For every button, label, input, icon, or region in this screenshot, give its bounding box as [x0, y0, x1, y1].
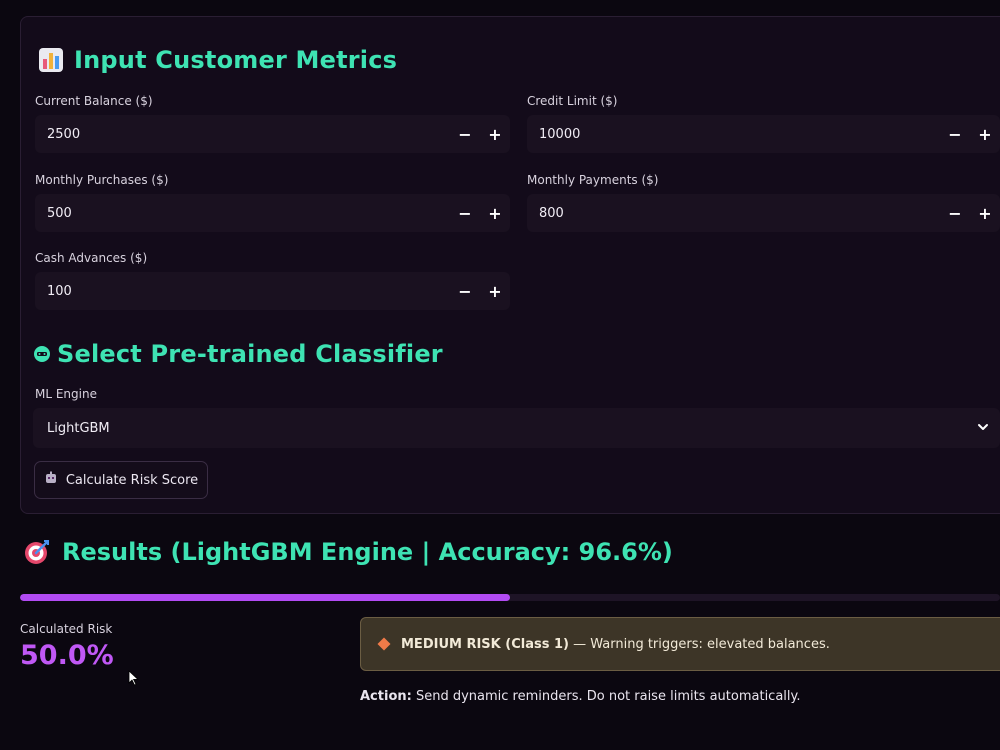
current-balance-value[interactable]: 2500 — [35, 127, 450, 142]
calculated-risk-value: 50.0% — [20, 640, 114, 671]
alert-message: MEDIUM RISK (Class 1) — Warning triggers… — [401, 637, 830, 652]
monthly-purchases-value[interactable]: 500 — [35, 206, 450, 221]
input-section-title: Input Customer Metrics — [38, 46, 397, 74]
credit-limit-value[interactable]: 10000 — [527, 127, 940, 142]
current-balance-label: Current Balance ($) — [35, 94, 153, 108]
current-balance-input[interactable]: 2500 − + — [35, 115, 510, 153]
input-section-title-text: Input Customer Metrics — [74, 46, 398, 74]
calculated-risk-label: Calculated Risk — [20, 622, 113, 636]
ml-engine-label: ML Engine — [35, 387, 97, 401]
credit-limit-increment-button[interactable]: + — [970, 115, 1000, 153]
classifier-section-title-text: Select Pre-trained Classifier — [57, 340, 443, 368]
credit-limit-decrement-button[interactable]: − — [940, 115, 970, 153]
cash-advances-label: Cash Advances ($) — [35, 251, 148, 265]
cash-advances-value[interactable]: 100 — [35, 284, 450, 299]
ml-engine-select[interactable]: LightGBM — [33, 408, 1000, 448]
credit-limit-label: Credit Limit ($) — [527, 94, 618, 108]
cash-advances-decrement-button[interactable]: − — [450, 272, 480, 310]
alert-detail: — Warning triggers: elevated balances. — [568, 636, 830, 652]
results-title: Results (LightGBM Engine | Accuracy: 96.… — [24, 538, 673, 566]
robot-icon — [44, 471, 58, 489]
cash-advances-input[interactable]: 100 − + — [35, 272, 510, 310]
classifier-section-title: Select Pre-trained Classifier — [33, 340, 443, 368]
current-balance-increment-button[interactable]: + — [480, 115, 510, 153]
calculate-risk-score-label: Calculate Risk Score — [65, 472, 199, 488]
bar-chart-icon — [38, 47, 64, 73]
orange-diamond-icon — [377, 637, 391, 651]
monthly-payments-label: Monthly Payments ($) — [527, 173, 659, 187]
ml-engine-selected-value: LightGBM — [47, 420, 110, 436]
mouse-cursor-icon — [128, 670, 140, 686]
monthly-purchases-label: Monthly Purchases ($) — [35, 173, 169, 187]
cash-advances-increment-button[interactable]: + — [480, 272, 510, 310]
current-balance-decrement-button[interactable]: − — [450, 115, 480, 153]
chevron-down-icon[interactable] — [976, 420, 990, 434]
monthly-purchases-input[interactable]: 500 − + — [35, 194, 510, 232]
risk-progress-fill — [20, 594, 510, 601]
app-page: Input Customer Metrics Current Balance (… — [0, 0, 1000, 750]
target-icon — [24, 539, 50, 565]
robot-face-icon — [33, 345, 51, 363]
action-text: Send dynamic reminders. Do not raise lim… — [411, 689, 801, 704]
credit-limit-input[interactable]: 10000 − + — [527, 115, 1000, 153]
monthly-payments-increment-button[interactable]: + — [970, 194, 1000, 232]
monthly-purchases-increment-button[interactable]: + — [480, 194, 510, 232]
monthly-payments-value[interactable]: 800 — [527, 206, 940, 221]
monthly-purchases-decrement-button[interactable]: − — [450, 194, 480, 232]
monthly-payments-input[interactable]: 800 − + — [527, 194, 1000, 232]
medium-risk-alert: MEDIUM RISK (Class 1) — Warning triggers… — [360, 617, 1000, 671]
risk-progress-bar — [20, 594, 1000, 601]
alert-risk-level: MEDIUM RISK (Class 1) — [401, 636, 569, 652]
results-title-text: Results (LightGBM Engine | Accuracy: 96.… — [62, 538, 673, 566]
action-label: Action: — [360, 689, 412, 704]
action-recommendation: Action: Send dynamic reminders. Do not r… — [360, 689, 801, 704]
monthly-payments-decrement-button[interactable]: − — [940, 194, 970, 232]
calculate-risk-score-button[interactable]: Calculate Risk Score — [34, 461, 208, 499]
